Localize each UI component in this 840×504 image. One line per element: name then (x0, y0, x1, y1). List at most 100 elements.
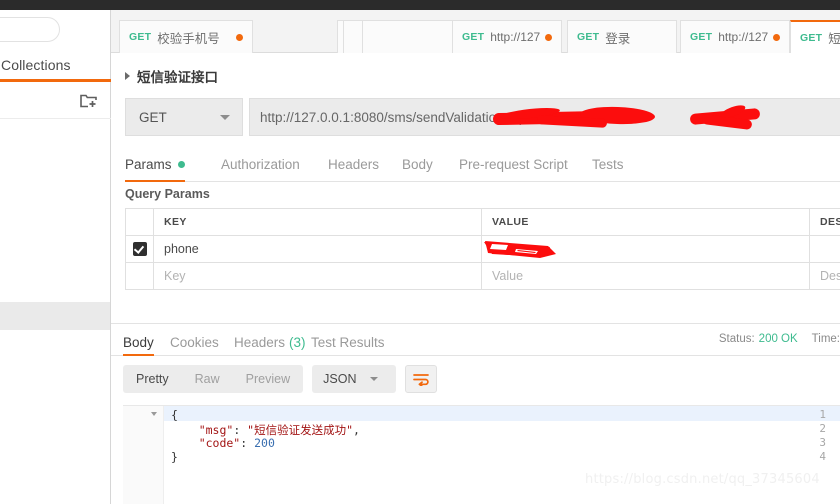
header-cell-description: DESC (810, 209, 840, 236)
url-row: GET http://127.0.0.1:8080/sms/sendValida… (125, 98, 840, 136)
url-input[interactable]: http://127.0.0.1:8080/sms/sendValidation… (249, 98, 840, 136)
active-line-highlight (163, 406, 840, 421)
tab-test-results-label: Test Results (311, 334, 385, 350)
tab-response-headers-label: Headers (234, 334, 286, 350)
view-mode-group: Pretty Raw Preview (123, 365, 304, 393)
wrap-lines-button[interactable] (405, 365, 438, 393)
params-active-dot-icon (177, 161, 185, 168)
request-tab[interactable]: GET 登录 (567, 20, 677, 53)
request-tab-active[interactable]: GET 短信验证接 (790, 20, 840, 53)
line-number: 4 (819, 450, 826, 463)
request-tab[interactable]: GET http://127. (680, 20, 790, 53)
row-key-input[interactable]: phone (154, 236, 482, 263)
request-tab-method: GET (462, 31, 485, 43)
sidebar-search-input[interactable] (0, 17, 60, 42)
request-tab-method: GET (129, 31, 152, 43)
fold-caret-icon[interactable] (151, 412, 157, 416)
table-row-empty: Key Value Desc (126, 263, 840, 290)
tab-response-cookies[interactable]: Cookies (170, 329, 219, 355)
query-params-table: KEY VALUE DESC phone (125, 208, 840, 290)
tab-test-results[interactable]: Test Results (311, 329, 385, 355)
new-folder-icon[interactable] (80, 93, 97, 108)
tab-authorization[interactable]: Authorization (221, 148, 300, 181)
code-line: } (171, 450, 178, 464)
request-tab-method: GET (800, 31, 823, 44)
chevron-right-icon (125, 72, 130, 80)
wrap-lines-icon (413, 373, 429, 386)
tab-response-headers[interactable]: Headers (3) (234, 329, 306, 355)
format-select[interactable]: JSON (312, 365, 397, 393)
header-cell-value: VALUE (482, 209, 810, 236)
request-tab[interactable]: GET http://127. (452, 20, 562, 53)
tab-params-label: Params (125, 157, 172, 172)
request-tab-name: http://127. (490, 30, 540, 44)
view-mode-preview[interactable]: Preview (233, 365, 303, 393)
row-key-input-empty[interactable]: Key (154, 263, 482, 290)
response-body-viewer[interactable]: 1 2 3 4 { "msg": "短信验证发送成功", "code": 200… (123, 405, 840, 504)
watermark: https://blog.csdn.net/qq_37345604 (585, 472, 820, 487)
method-select[interactable]: GET (125, 98, 243, 136)
row-enable-checkbox[interactable] (126, 236, 154, 263)
table-header-row: KEY VALUE DESC (126, 209, 840, 236)
sidebar-new-folder-row[interactable] (0, 85, 111, 119)
query-params-title: Query Params (125, 187, 210, 201)
tab-authorization-label: Authorization (221, 157, 300, 172)
row-value-input-empty[interactable]: Value (482, 263, 810, 290)
breadcrumb-label: 短信验证接口 (137, 70, 218, 85)
tab-headers[interactable]: Headers (328, 148, 379, 181)
request-tab-name: http://127. (718, 30, 768, 44)
line-number: 3 (819, 436, 826, 449)
tab-response-cookies-label: Cookies (170, 334, 219, 350)
chevron-down-icon (370, 377, 379, 381)
unsaved-dot-icon (545, 33, 552, 41)
status-badge: 200 OK (758, 333, 798, 345)
request-tab-bar: GET 校验手机号 [CONFLICT] POS GET http://127.… (111, 10, 840, 53)
breadcrumb[interactable]: 短信验证接口 (125, 66, 218, 86)
tab-pre-request-script-label: Pre-request Script (459, 157, 568, 172)
unsaved-dot-icon (773, 33, 780, 41)
request-tab-name: 短信验证接 (828, 32, 840, 46)
code-line: { (171, 408, 178, 422)
tab-response-body-label: Body (123, 334, 154, 350)
code-msg-value: "短信验证发送成功" (247, 423, 354, 437)
tab-body-label: Body (402, 157, 433, 172)
sidebar-tab-collections[interactable]: Collections (0, 54, 111, 82)
response-body-toolbar: Pretty Raw Preview JSON (123, 365, 438, 393)
checkbox-checked-icon (132, 242, 147, 256)
request-tab-name: 登录 (605, 31, 631, 46)
tab-pre-request-script[interactable]: Pre-request Script (459, 148, 568, 181)
line-number: 1 (819, 408, 826, 421)
sidebar-tab-collections-label: Collections (1, 57, 71, 73)
headers-count-badge: (3) (289, 334, 306, 350)
tab-tests-label: Tests (592, 157, 624, 172)
value-redaction-mark (484, 241, 556, 258)
tab-response-body[interactable]: Body (123, 329, 154, 356)
request-tab[interactable]: GET 校验手机号 (119, 20, 253, 53)
time-label: Time: (811, 333, 840, 345)
chevron-down-icon (220, 115, 230, 120)
code-code-value: 200 (254, 436, 275, 450)
method-select-label: GET (139, 109, 167, 125)
line-number-gutter (123, 406, 164, 504)
sidebar-selected-row[interactable] (0, 302, 110, 330)
request-tab-method: GET (577, 31, 600, 43)
row-enable-checkbox-empty[interactable] (126, 263, 154, 290)
sidebar: Collections (0, 10, 111, 504)
request-section-tabs: Params Authorization Headers Body Pre-re… (125, 148, 840, 182)
row-description-input[interactable] (810, 236, 840, 263)
row-description-input-empty[interactable]: Desc (810, 263, 840, 290)
table-row: phone (126, 236, 840, 263)
view-mode-raw[interactable]: Raw (182, 365, 233, 393)
request-tab-method: GET (690, 31, 713, 43)
window-chrome-strip (0, 0, 840, 10)
view-mode-pretty[interactable]: Pretty (123, 365, 182, 393)
tab-params[interactable]: Params (125, 148, 185, 182)
response-status: Status: 200 OK Time: (719, 333, 840, 345)
line-number: 2 (819, 422, 826, 435)
noop (343, 20, 363, 53)
row-value-input[interactable] (482, 236, 810, 263)
tab-body[interactable]: Body (402, 148, 433, 181)
tab-tests[interactable]: Tests (592, 148, 624, 181)
header-cell-checkbox (126, 209, 154, 236)
unsaved-dot-icon (236, 33, 243, 41)
